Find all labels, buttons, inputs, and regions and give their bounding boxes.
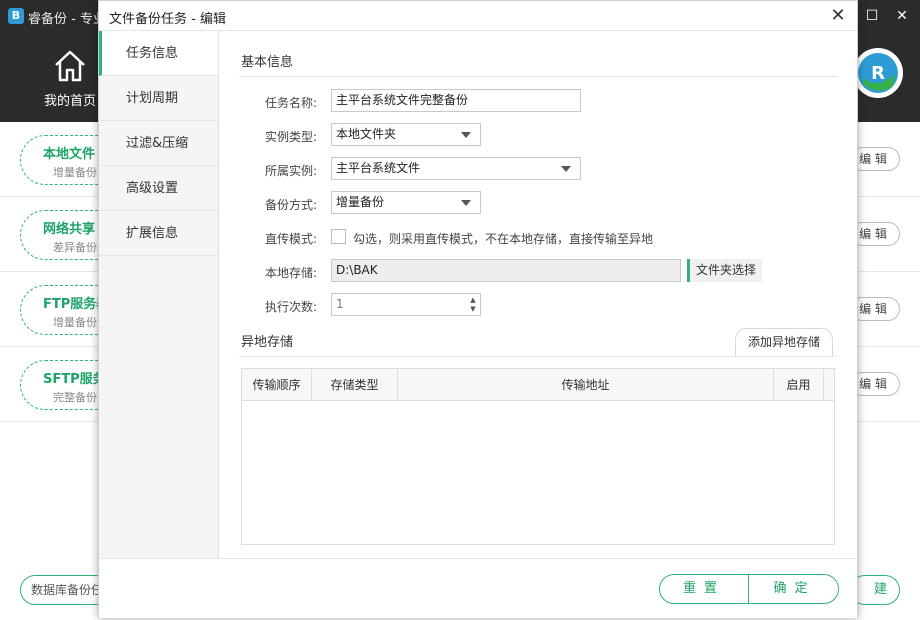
footer-button-group: 重置 确定: [659, 574, 839, 604]
dialog-titlebar: 文件备份任务 - 编辑 ✕: [99, 1, 857, 31]
confirm-button[interactable]: 确定: [750, 575, 838, 603]
run-count-label: 执行次数:: [264, 300, 317, 314]
backup-mode-value: 增量备份: [336, 195, 385, 209]
column-header[interactable]: 传输地址: [398, 369, 774, 401]
task-name: SFTP服务: [43, 372, 106, 387]
maximize-icon[interactable]: ☐: [862, 6, 882, 26]
stepper-down-icon[interactable]: ▼: [469, 305, 477, 313]
task-mode: 完整备份: [53, 391, 97, 404]
remote-storage-heading: 异地存储: [241, 335, 294, 350]
task-name-input[interactable]: 主平台系统文件完整备份: [331, 89, 581, 112]
close-icon[interactable]: ✕: [892, 6, 912, 26]
column-header[interactable]: 传输顺序: [242, 369, 312, 401]
chevron-down-icon: [461, 200, 471, 206]
backup-mode-select[interactable]: 增量备份: [331, 191, 481, 214]
column-header[interactable]: 启用: [774, 369, 824, 401]
svg-text:R: R: [871, 63, 885, 84]
remote-storage-table: 传输顺序 存储类型 传输地址 启用: [241, 368, 835, 545]
column-header[interactable]: 存储类型: [312, 369, 398, 401]
table-header: 传输顺序 存储类型 传输地址 启用: [242, 369, 834, 401]
run-count-value: 1: [336, 297, 344, 311]
local-storage-label: 本地存储:: [264, 266, 317, 280]
direct-upload-label: 直传模式:: [264, 232, 317, 246]
dialog-title: 文件备份任务 - 编辑: [109, 12, 226, 27]
dialog-footer: 重置 确定: [99, 558, 857, 618]
dialog-side-nav: 任务信息 计划周期 过滤&压缩 高级设置 扩展信息: [99, 31, 219, 558]
task-name: 网络共享: [43, 222, 96, 237]
instance-select[interactable]: 主平台系统文件: [331, 157, 581, 180]
stepper-up-icon[interactable]: ▲: [469, 296, 477, 304]
task-name: 本地文件: [43, 147, 96, 162]
brand-logo-icon: R: [853, 48, 903, 98]
task-mode: 差异备份: [53, 241, 97, 254]
home-nav-label[interactable]: 我的首页: [44, 90, 96, 109]
edit-task-dialog: 文件备份任务 - 编辑 ✕ 任务信息 计划周期 过滤&压缩 高级设置 扩展信息 …: [98, 0, 858, 618]
task-mode: 增量备份: [53, 166, 97, 179]
app-title: 睿备份 - 专业: [28, 12, 106, 27]
database-backup-button[interactable]: 数据库备份任务: [20, 575, 110, 605]
folder-select-button[interactable]: 文件夹选择: [687, 259, 763, 282]
tab-advanced[interactable]: 高级设置: [99, 166, 218, 211]
direct-upload-description: 勾选，则采用直传模式，不在本地存储，直接传输至异地: [353, 232, 654, 246]
instance-value: 主平台系统文件: [336, 161, 421, 175]
tab-filter-compress[interactable]: 过滤&压缩: [99, 121, 218, 166]
app-logo-icon: B: [8, 8, 24, 24]
tab-schedule[interactable]: 计划周期: [99, 76, 218, 121]
chevron-down-icon: [561, 166, 571, 172]
tab-task-info[interactable]: 任务信息: [99, 31, 218, 76]
instance-type-value: 本地文件夹: [336, 127, 397, 141]
close-icon[interactable]: ✕: [827, 5, 849, 27]
backup-mode-label: 备份方式:: [264, 198, 317, 212]
add-remote-storage-button[interactable]: 添加异地存储: [735, 328, 833, 356]
direct-upload-checkbox[interactable]: [331, 229, 346, 244]
home-icon[interactable]: [50, 46, 90, 86]
instance-label: 所属实例:: [264, 164, 317, 178]
local-storage-input[interactable]: D:\BAK: [331, 259, 681, 282]
tab-extended-info[interactable]: 扩展信息: [99, 211, 218, 256]
dialog-content: 基本信息 任务名称: 主平台系统文件完整备份 实例类型: 本地文件夹 所属实例:…: [219, 31, 857, 558]
task-name-label: 任务名称:: [264, 96, 317, 110]
task-mode: 增量备份: [53, 316, 97, 329]
divider: [239, 76, 837, 77]
reset-button[interactable]: 重置: [660, 575, 749, 603]
divider: [239, 356, 837, 357]
instance-type-label: 实例类型:: [264, 130, 317, 144]
basic-info-heading: 基本信息: [241, 55, 294, 70]
run-count-stepper[interactable]: 1 ▲ ▼: [331, 293, 481, 316]
instance-type-select[interactable]: 本地文件夹: [331, 123, 481, 146]
chevron-down-icon: [461, 132, 471, 138]
